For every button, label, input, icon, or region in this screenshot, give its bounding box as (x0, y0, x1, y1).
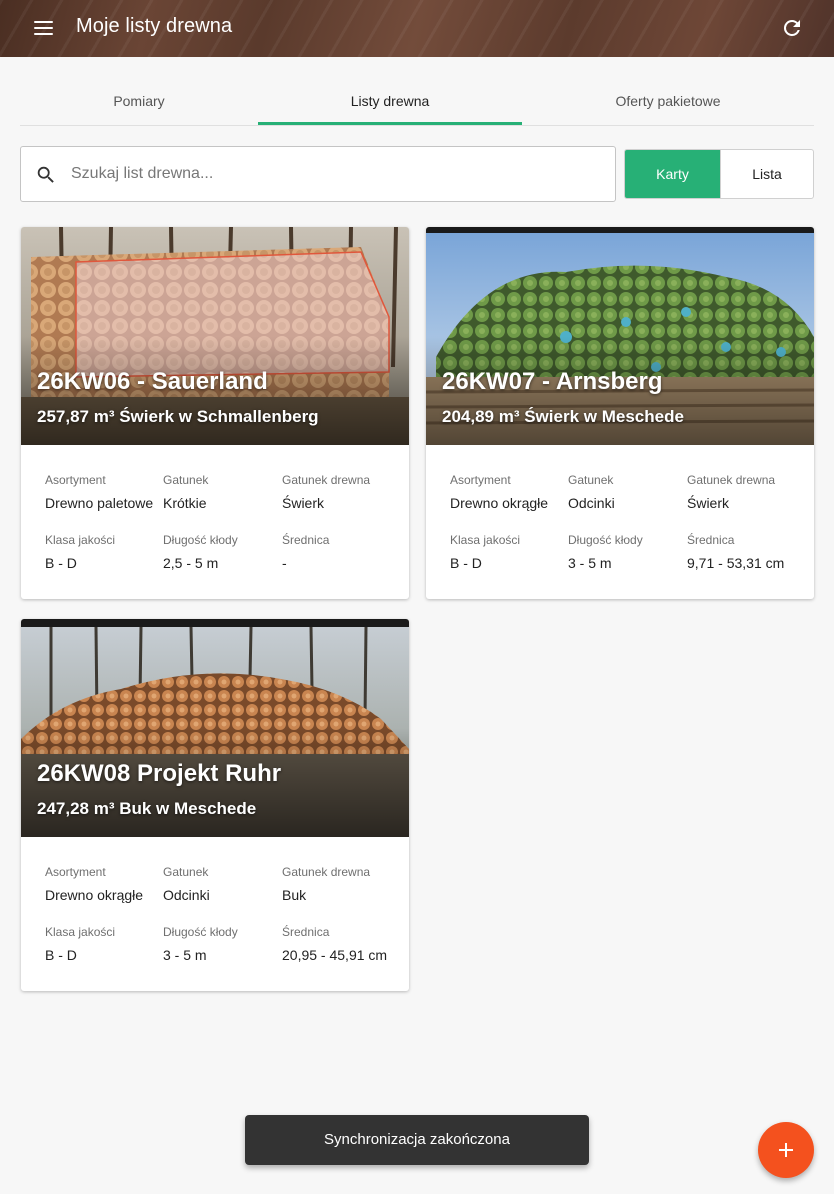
field-length: Długość kłody 3 - 5 m (163, 925, 275, 963)
field-value: Krótkie (163, 495, 207, 511)
search-icon (37, 166, 54, 183)
card-title: 26KW06 - Sauerland (37, 368, 268, 395)
field-value: Drewno okrągłe (45, 887, 144, 903)
field-value: Drewno paletowe (45, 495, 154, 511)
field-value: Buk (282, 887, 307, 903)
field-quality: Klasa jakości B - D (45, 533, 157, 571)
field-label: Długość kłody (568, 533, 643, 547)
tab-package-offers[interactable]: Oferty pakietowe (522, 78, 814, 125)
field-label: Asortyment (450, 473, 511, 487)
field-label: Średnica (687, 533, 735, 547)
field-label: Gatunek drewna (687, 473, 776, 487)
field-label: Średnica (282, 925, 330, 939)
field-value: Odcinki (163, 887, 210, 903)
field-label: Klasa jakości (45, 925, 116, 939)
field-length: Długość kłody 3 - 5 m (568, 533, 680, 571)
card-photo: 26KW06 - Sauerland 257,87 m³ Świerk w Sc… (21, 227, 409, 445)
field-label: Asortyment (45, 865, 106, 879)
wood-list-card[interactable]: 26KW08 Projekt Ruhr 247,28 m³ Buk w Mesc… (21, 619, 409, 991)
field-value: B - D (45, 555, 77, 571)
field-diameter: Średnica - (282, 533, 394, 571)
view-toggle: Karty Lista (624, 149, 814, 199)
field-value: B - D (45, 947, 77, 963)
field-label: Gatunek (163, 865, 209, 879)
field-label: Klasa jakości (45, 533, 116, 547)
field-assortment: Asortyment Drewno okrągłe (450, 473, 562, 511)
field-wood-species: Gatunek drewna Świerk (687, 473, 799, 511)
card-subtitle: 257,87 m³ Świerk w Schmallenberg (37, 407, 319, 426)
field-value: 2,5 - 5 m (163, 555, 219, 571)
field-length: Długość kłody 2,5 - 5 m (163, 533, 275, 571)
field-label: Gatunek (163, 473, 209, 487)
field-label: Asortyment (45, 473, 106, 487)
field-assortment: Asortyment Drewno paletowe (45, 473, 157, 511)
field-label: Długość kłody (163, 925, 238, 939)
field-value: 3 - 5 m (568, 555, 612, 571)
field-diameter: Średnica 9,71 - 53,31 cm (687, 533, 799, 571)
field-label: Średnica (282, 533, 330, 547)
card-subtitle: 247,28 m³ Buk w Meschede (37, 799, 257, 818)
refresh-icon[interactable] (780, 16, 804, 40)
view-cards-button[interactable]: Karty (625, 150, 720, 198)
field-wood-species: Gatunek drewna Buk (282, 865, 394, 903)
wood-list-card[interactable]: 26KW07 - Arnsberg 204,89 m³ Świerk w Mes… (426, 227, 814, 599)
field-label: Długość kłody (163, 533, 238, 547)
field-label: Gatunek drewna (282, 473, 371, 487)
field-value: - (282, 555, 287, 571)
field-value: Świerk (282, 495, 325, 511)
field-label: Klasa jakości (450, 533, 521, 547)
field-value: 20,95 - 45,91 cm (282, 947, 388, 963)
wood-list-card[interactable]: 26KW06 - Sauerland 257,87 m³ Świerk w Sc… (21, 227, 409, 599)
add-button[interactable] (758, 1122, 814, 1178)
field-value: Odcinki (568, 495, 615, 511)
card-title: 26KW07 - Arnsberg (442, 368, 663, 395)
field-value: 3 - 5 m (163, 947, 207, 963)
search-input[interactable] (71, 148, 601, 200)
snackbar-message: Synchronizacja zakończona (324, 1131, 510, 1148)
field-wood-species: Gatunek drewna Świerk (282, 473, 394, 511)
field-value: 9,71 - 53,31 cm (687, 555, 785, 571)
field-diameter: Średnica 20,95 - 45,91 cm (282, 925, 394, 963)
card-photo: 26KW08 Projekt Ruhr 247,28 m³ Buk w Mesc… (21, 619, 409, 837)
field-species: Gatunek Odcinki (163, 865, 275, 903)
tab-measurements[interactable]: Pomiary (20, 78, 258, 125)
page-title: Moje listy drewna (76, 15, 233, 37)
search-box (20, 146, 616, 202)
field-species: Gatunek Krótkie (163, 473, 275, 511)
field-value: B - D (450, 555, 482, 571)
field-assortment: Asortyment Drewno okrągłe (45, 865, 157, 903)
field-quality: Klasa jakości B - D (45, 925, 157, 963)
field-label: Gatunek drewna (282, 865, 371, 879)
field-value: Świerk (687, 495, 730, 511)
card-subtitle: 204,89 m³ Świerk w Meschede (442, 407, 684, 426)
card-title: 26KW08 Projekt Ruhr (37, 760, 282, 787)
field-value: Drewno okrągłe (450, 495, 549, 511)
field-quality: Klasa jakości B - D (450, 533, 562, 571)
field-label: Gatunek (568, 473, 614, 487)
view-list-button[interactable]: Lista (720, 150, 813, 198)
field-species: Gatunek Odcinki (568, 473, 680, 511)
tab-wood-lists[interactable]: Listy drewna (258, 78, 522, 125)
menu-icon[interactable] (30, 17, 58, 41)
tab-bar: Pomiary Listy drewna Oferty pakietowe (20, 78, 814, 126)
active-tab-indicator (258, 122, 522, 125)
card-photo: 26KW07 - Arnsberg 204,89 m³ Świerk w Mes… (426, 227, 814, 445)
app-bar: Moje listy drewna (0, 0, 834, 57)
snackbar: Synchronizacja zakończona (245, 1115, 589, 1165)
